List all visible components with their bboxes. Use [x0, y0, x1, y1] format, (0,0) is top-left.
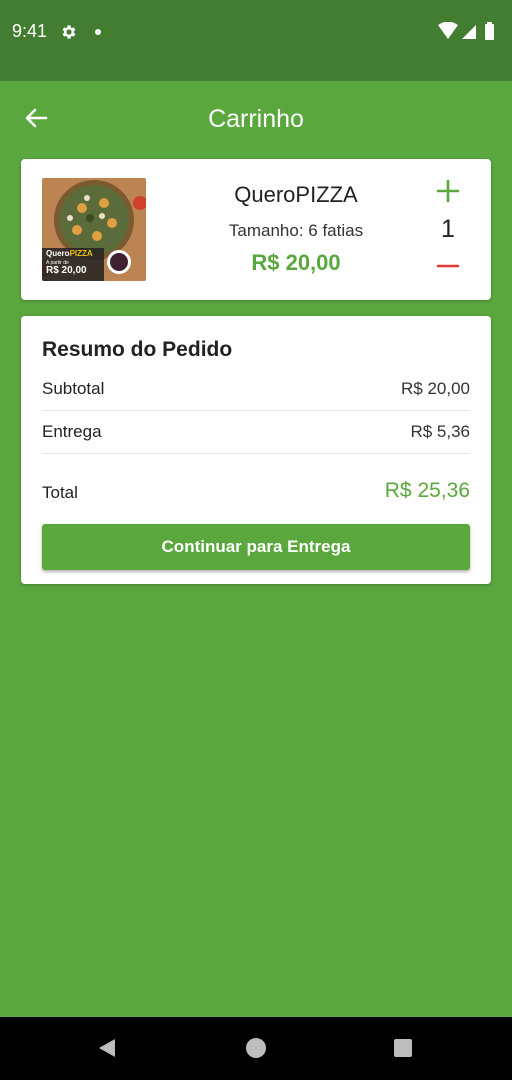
status-icons [438, 22, 494, 40]
order-summary-card: Resumo do Pedido Subtotal R$ 20,00 Entre… [21, 316, 491, 584]
delivery-value: R$ 5,36 [410, 422, 470, 441]
total-row: Total R$ 25,36 [42, 471, 470, 514]
minus-icon[interactable] [435, 253, 461, 279]
summary-title: Resumo do Pedido [42, 338, 233, 361]
system-nav-bar [0, 1017, 512, 1080]
cart-item-card: QueroPIZZA A partir de R$ 20,00 QueroPIZ… [21, 159, 491, 300]
total-label: Total [42, 483, 78, 502]
total-value: R$ 25,36 [384, 479, 470, 502]
nav-home-icon[interactable] [246, 1038, 266, 1058]
status-bar: 9:41 [0, 0, 512, 81]
signal-icon [462, 25, 476, 39]
settings-icon [62, 25, 76, 39]
status-time: 9:41 [12, 21, 48, 41]
item-size: Tamanho: 6 fatias [228, 221, 364, 240]
battery-icon [485, 24, 494, 40]
quantity-value: 1 [441, 215, 455, 243]
nav-recents-icon[interactable] [394, 1039, 412, 1057]
item-price: R$ 20,00 [251, 250, 341, 275]
pizza-image-price: R$ 20,00 [46, 265, 87, 276]
page-title: Carrinho [208, 105, 304, 133]
subtotal-value: R$ 20,00 [401, 379, 470, 398]
notification-dot-icon [95, 29, 101, 35]
continue-to-delivery-button[interactable]: Continuar para Entrega [42, 524, 470, 570]
delivery-row: Entrega R$ 5,36 [42, 411, 470, 454]
delivery-label: Entrega [42, 422, 102, 441]
app-bar: Carrinho [0, 81, 512, 156]
pizza-image-brand: QueroPIZZA [46, 249, 93, 258]
subtotal-label: Subtotal [42, 379, 105, 398]
wifi-icon [438, 22, 458, 39]
nav-back-icon[interactable] [96, 1037, 118, 1059]
pizza-image: QueroPIZZA A partir de R$ 20,00 [42, 178, 146, 281]
item-name: QueroPIZZA [234, 182, 358, 207]
subtotal-row: Subtotal R$ 20,00 [42, 368, 470, 411]
plus-icon[interactable] [435, 178, 461, 204]
